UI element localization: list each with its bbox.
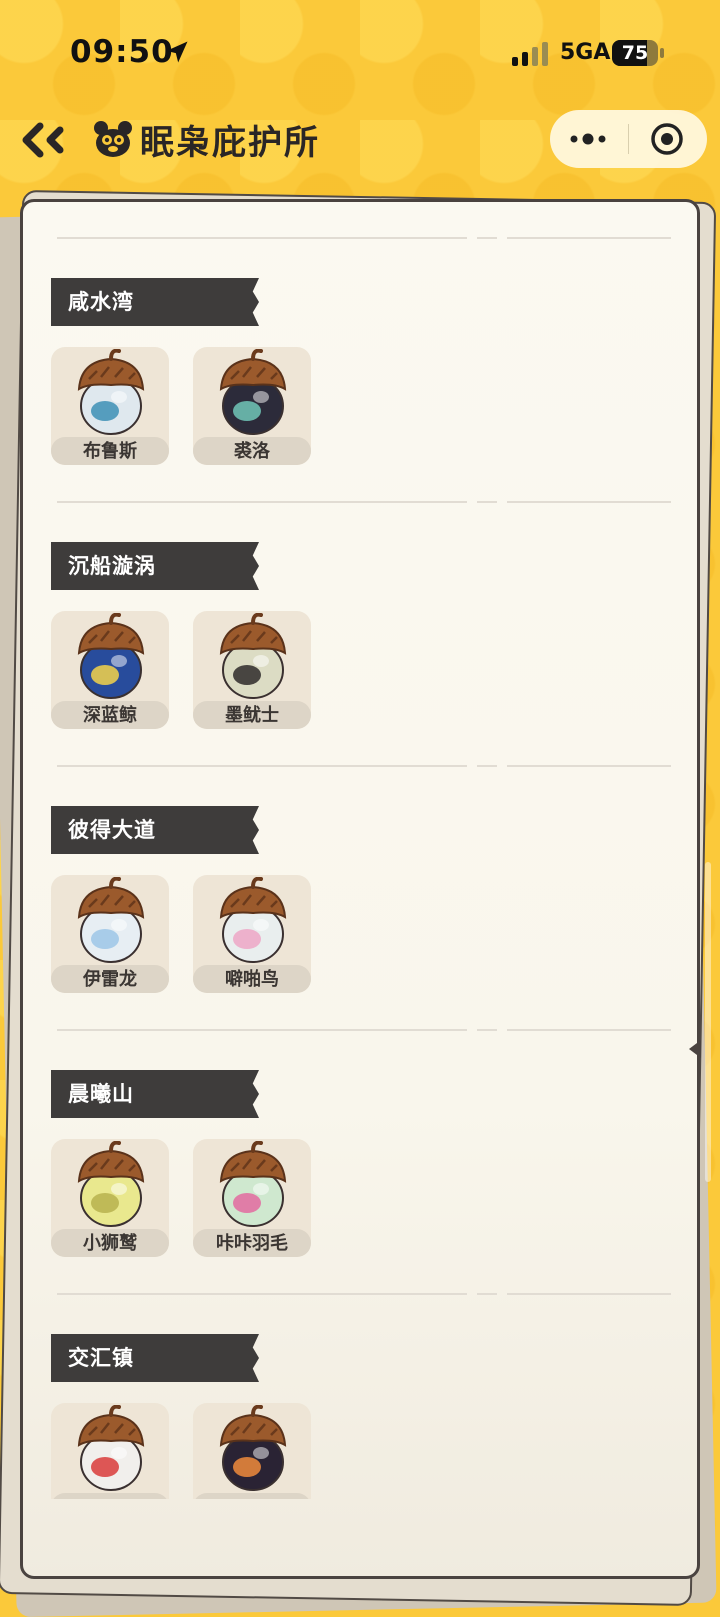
creature-name: 布鲁斯 xyxy=(83,441,137,462)
mini-program-capsule xyxy=(550,110,707,168)
acorn-creature-icon xyxy=(77,613,145,699)
battery-level-text: 75 xyxy=(621,42,649,64)
section-list[interactable]: 咸水湾布鲁斯 裘洛沉船漩涡深蓝鲸 墨鱿士彼得大道伊雷龙 噼啪鸟晨曦山小狮鹫 咔咔羽毛交汇… xyxy=(23,202,697,1499)
network-type: 5GA xyxy=(560,40,611,65)
nav-title-group: 眠枭庇护所 xyxy=(92,115,320,163)
creature-card[interactable]: 裘洛 xyxy=(193,347,311,465)
creature-card[interactable]: 墨鱿士 xyxy=(193,611,311,729)
creature-card[interactable] xyxy=(193,1403,311,1499)
acorn-creature-icon xyxy=(219,877,287,963)
status-time: 09:50 xyxy=(70,34,174,70)
section-block: 晨曦山小狮鹫 咔咔羽毛 xyxy=(23,994,697,1258)
cellular-signal-icon xyxy=(512,42,548,66)
section-title: 交汇镇 xyxy=(68,1346,134,1370)
section-title: 彼得大道 xyxy=(68,818,156,842)
acorn-creature-icon xyxy=(77,1405,145,1491)
creature-name: 伊雷龙 xyxy=(83,969,137,990)
section-divider xyxy=(57,765,671,767)
creature-card[interactable]: 咔咔羽毛 xyxy=(193,1139,311,1257)
collection-paper: 咸水湾布鲁斯 裘洛沉船漩涡深蓝鲸 墨鱿士彼得大道伊雷龙 噼啪鸟晨曦山小狮鹫 咔咔羽毛交汇… xyxy=(20,199,700,1579)
battery-icon: 75 xyxy=(612,40,664,66)
section-header: 彼得大道 xyxy=(51,806,259,854)
section-divider xyxy=(57,237,671,239)
acorn-creature-icon xyxy=(77,877,145,963)
creature-card[interactable]: 深蓝鲸 xyxy=(51,611,169,729)
section-header: 沉船漩涡 xyxy=(51,542,259,590)
creature-card[interactable]: 小狮鹫 xyxy=(51,1139,169,1257)
acorn-creature-icon xyxy=(77,1141,145,1227)
creature-name: 咔咔羽毛 xyxy=(216,1233,288,1254)
section-block: 彼得大道伊雷龙 噼啪鸟 xyxy=(23,730,697,994)
item-row: 伊雷龙 噼啪鸟 xyxy=(51,875,311,993)
item-row: 布鲁斯 裘洛 xyxy=(51,347,311,465)
section-header: 晨曦山 xyxy=(51,1070,259,1118)
acorn-creature-icon xyxy=(219,349,287,435)
creature-name: 裘洛 xyxy=(234,441,270,462)
status-bar: 09:50 5GA 75 xyxy=(0,0,720,100)
section-title: 沉船漩涡 xyxy=(68,554,156,578)
item-row xyxy=(51,1403,311,1499)
bear-head-icon xyxy=(94,121,132,157)
section-header: 交汇镇 xyxy=(51,1334,259,1382)
section-title: 咸水湾 xyxy=(68,290,134,314)
acorn-creature-icon xyxy=(219,1141,287,1227)
creature-card[interactable] xyxy=(51,1403,169,1499)
scrollbar[interactable] xyxy=(705,862,711,1182)
double-chevron-left-icon[interactable] xyxy=(20,118,68,162)
item-row: 深蓝鲸 墨鱿士 xyxy=(51,611,311,729)
item-row: 小狮鹫 咔咔羽毛 xyxy=(51,1139,311,1257)
acorn-creature-icon xyxy=(219,1405,287,1491)
creature-name: 噼啪鸟 xyxy=(225,969,279,990)
section-divider xyxy=(57,1293,671,1295)
more-dots-icon[interactable] xyxy=(568,129,608,149)
section-header: 咸水湾 xyxy=(51,278,259,326)
acorn-creature-icon xyxy=(77,349,145,435)
section-divider xyxy=(57,1029,671,1031)
section-title: 晨曦山 xyxy=(68,1082,134,1106)
creature-name: 深蓝鲸 xyxy=(83,705,137,726)
section-block: 沉船漩涡深蓝鲸 墨鱿士 xyxy=(23,466,697,730)
creature-card[interactable]: 噼啪鸟 xyxy=(193,875,311,993)
section-divider xyxy=(57,501,671,503)
creature-card[interactable]: 伊雷龙 xyxy=(51,875,169,993)
page-title: 眠枭庇护所 xyxy=(140,122,320,163)
creature-name: 小狮鹫 xyxy=(83,1233,137,1254)
acorn-creature-icon xyxy=(219,613,287,699)
target-circle-icon[interactable] xyxy=(650,122,684,156)
creature-name: 墨鱿士 xyxy=(225,705,279,726)
location-arrow-icon xyxy=(166,41,188,63)
creature-card[interactable]: 布鲁斯 xyxy=(51,347,169,465)
section-block: 交汇镇 xyxy=(23,1258,697,1499)
section-block: 咸水湾布鲁斯 裘洛 xyxy=(23,202,697,466)
